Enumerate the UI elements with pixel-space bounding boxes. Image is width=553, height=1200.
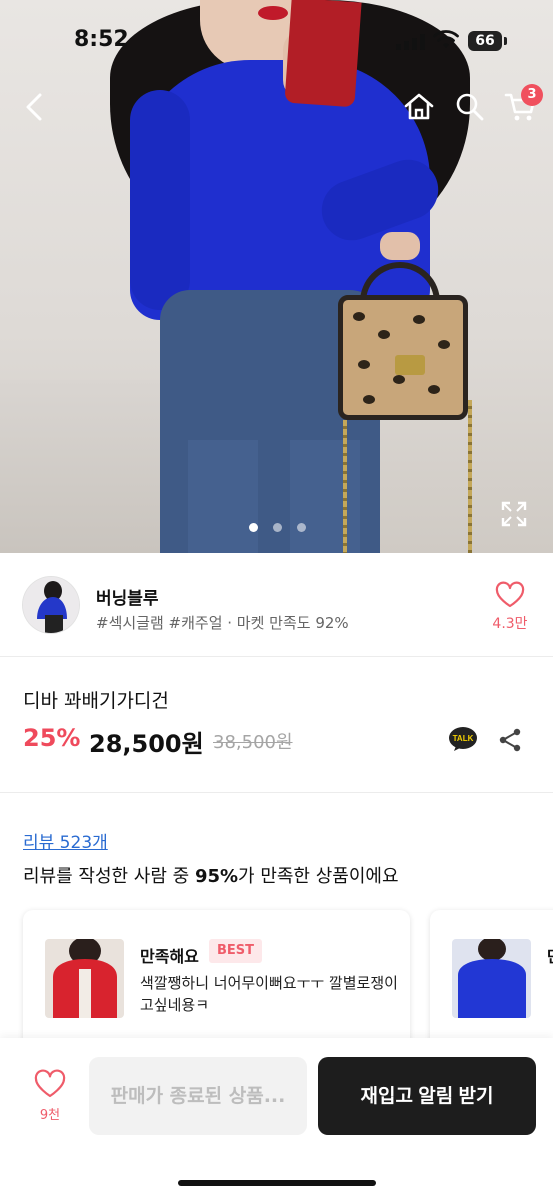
product-image[interactable] [0, 0, 553, 553]
search-icon[interactable] [452, 89, 488, 125]
expand-icon[interactable] [500, 500, 528, 528]
review-count-link[interactable]: 리뷰 523개 [23, 828, 108, 853]
shop-avatar[interactable] [23, 577, 79, 633]
section-divider [0, 792, 553, 793]
review-summary: 리뷰를 작성한 사람 중 95%가 만족한 상품이에요 [23, 866, 399, 887]
page-dot [273, 523, 282, 532]
heart-icon[interactable] [490, 581, 530, 609]
review-title: 만 [547, 943, 553, 967]
divider [0, 656, 553, 657]
model-hand-bag [380, 232, 420, 260]
battery-icon: 66 [468, 31, 507, 51]
share-icon[interactable] [498, 727, 522, 753]
bottom-action-bar: 9천 판매가 종료된 상품... 재입고 알림 받기 [0, 1038, 553, 1200]
satisfaction-percent: 95% [194, 866, 239, 887]
cardigan-sleeve-left [130, 90, 190, 310]
shop-tags: #섹시글램 #캐주얼 · 마켓 만족도 92% [96, 614, 349, 632]
kakaotalk-share-icon[interactable]: TALK [448, 726, 478, 752]
jeans-leg-right [290, 440, 360, 553]
bag-clasp [395, 355, 425, 375]
gallery-pagination [249, 517, 321, 536]
wishlist-count: 9천 [39, 1108, 61, 1123]
status-time: 8:52 [74, 27, 129, 52]
review-title: 만족해요 [140, 947, 199, 966]
talk-label: TALK [453, 734, 474, 743]
shop-avatar-image [23, 577, 79, 633]
review-photo [45, 939, 124, 1018]
home-icon[interactable] [401, 89, 437, 125]
wifi-icon [433, 30, 459, 48]
restock-alert-button[interactable]: 재입고 알림 받기 [318, 1057, 536, 1135]
shop-info[interactable]: 버닝블루 #섹시글램 #캐주얼 · 마켓 만족도 92% 4.3만 [0, 553, 553, 656]
product-name: 디바 꽈배기가디건 [23, 690, 169, 712]
sale-price: 28,500원 [89, 730, 204, 758]
shop-name[interactable]: 버닝블루 [96, 584, 159, 609]
original-price: 38,500원 [213, 732, 293, 753]
review-photo [452, 939, 531, 1018]
back-arrow-icon[interactable] [18, 89, 54, 125]
home-indicator [178, 1180, 376, 1186]
shop-like-count: 4.3만 [492, 616, 528, 632]
bag-chain [468, 400, 472, 553]
bag-chain-left [343, 420, 347, 553]
cart-count-badge: 3 [521, 84, 543, 106]
signal-icon [396, 34, 426, 50]
review-text: 색깔쨍하니 너어무이뻐요ㅜㅜ 깔별로쟁이고싶네용ㅋ [140, 974, 398, 1014]
jeans-leg-left [188, 440, 258, 553]
best-badge: BEST [209, 939, 263, 963]
page-dot [297, 523, 306, 532]
status-bar: 8:52 66 [0, 0, 553, 80]
sold-out-button: 판매가 종료된 상품... [89, 1057, 307, 1135]
page-dot [249, 523, 258, 532]
review-card[interactable]: 만족해요 BEST 색깔쨍하니 너어무이뻐요ㅜㅜ 깔별로쟁이고싶네용ㅋ [23, 910, 410, 1050]
discount-rate: 25% [23, 724, 81, 752]
review-card[interactable]: 만 [430, 910, 553, 1050]
wishlist-heart-icon[interactable] [28, 1069, 72, 1099]
